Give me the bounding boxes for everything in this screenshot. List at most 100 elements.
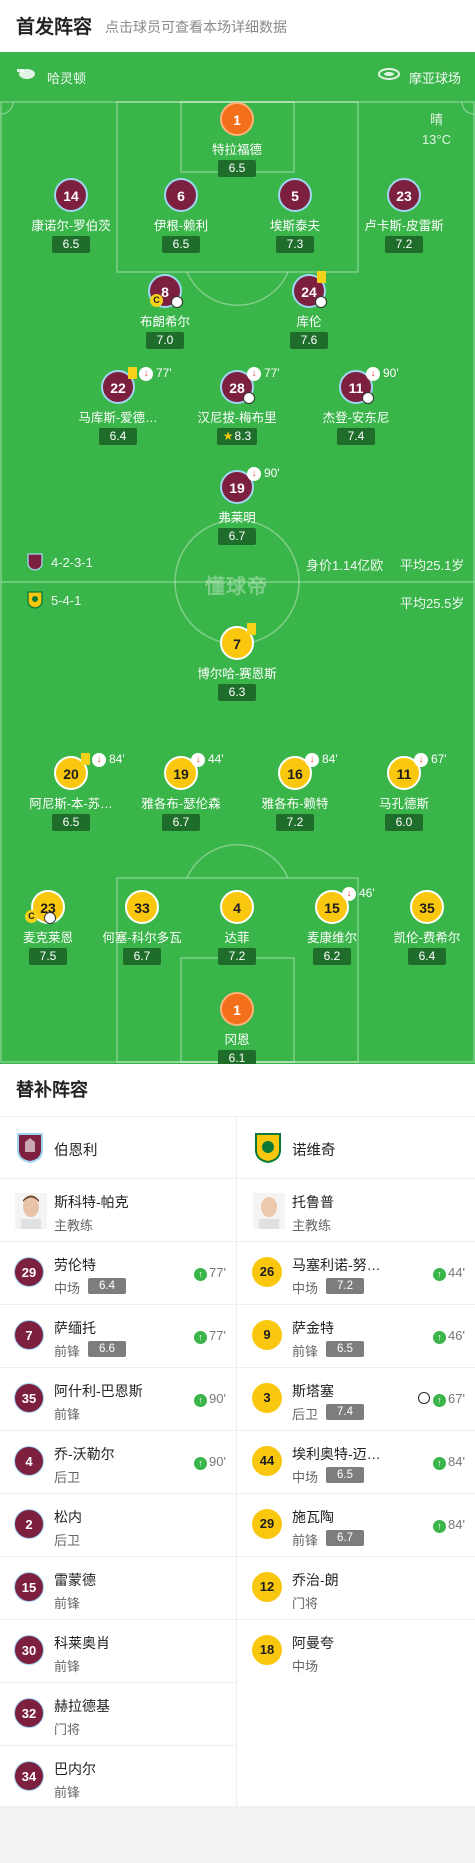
home-player[interactable]: 11 ↓ 90' 杰登-安东尼 7.4 (296, 366, 416, 445)
away-player[interactable]: 20 ↓ 84' 阿尼斯-本-苏… 6.5 (11, 752, 131, 831)
player-number: 12 (252, 1572, 282, 1602)
away-coach[interactable]: 托鲁普 主教练 (238, 1178, 475, 1241)
away-player[interactable]: 7 博尔哈-赛恩斯 6.3 (177, 623, 297, 701)
home-substitutes: 伯恩利 斯科特-帕克 主教练 29 劳伦特 中场 6.4 ↑ 77' 7 萨缅托 … (0, 1116, 237, 1806)
sub-player[interactable]: 35 阿什利-巴恩斯 前锋 ↑ 90' (0, 1367, 236, 1430)
player-name: 博尔哈-赛恩斯 (197, 667, 277, 681)
sub-player[interactable]: 30 科莱奥肖 前锋 (0, 1619, 236, 1682)
star-icon: ★ (222, 429, 234, 443)
sub-player[interactable]: 12 乔治-朗 门将 (238, 1556, 475, 1619)
sub-player[interactable]: 26 马塞利诺-努… 中场 7.2 ↑ 44' (238, 1241, 475, 1304)
sub-minute: 67' (431, 752, 447, 766)
section-title: 首发阵容 (16, 17, 93, 38)
player-number: 29 (14, 1257, 44, 1287)
home-player[interactable]: 14 康诺尔-罗伯茨 6.5 (11, 178, 131, 253)
home-team-header[interactable]: 伯恩利 (0, 1116, 236, 1178)
home-player[interactable]: 6 伊根-赖利 6.5 (121, 178, 241, 253)
sub-in-time: ↑ 46' (433, 1328, 465, 1344)
yellow-card-icon (317, 271, 326, 283)
player-number: 32 (14, 1698, 44, 1728)
sub-in-time: ↑ 84' (433, 1454, 465, 1470)
sub-in-icon: ↑ (433, 1394, 447, 1407)
substitutes-title: 替补阵容 (16, 1080, 88, 1100)
home-player[interactable]: 1 特拉福德 6.5 (177, 102, 297, 177)
sub-player[interactable]: 2 松内 后卫 (0, 1493, 236, 1556)
coach-name: 斯科特-帕克 (54, 1194, 129, 1210)
player-number: 6 (164, 178, 198, 212)
sub-player[interactable]: 15 雷蒙德 前锋 (0, 1556, 236, 1619)
away-team-header[interactable]: 诺维奇 (238, 1116, 475, 1178)
sub-player[interactable]: 9 萨金特 前锋 6.5 ↑ 46' (238, 1304, 475, 1367)
sub-player[interactable]: 32 赫拉德基 门将 (0, 1682, 236, 1745)
away-player[interactable]: 16 ↓ 84' 雅各布-赖特 7.2 (235, 752, 355, 831)
player-name: 冈恩 (224, 1033, 250, 1047)
player-position: 前锋 (54, 1659, 81, 1674)
player-rating: 7.2 (385, 236, 423, 253)
player-position: 前锋 (54, 1785, 81, 1800)
home-coach[interactable]: 斯科特-帕克 主教练 (0, 1178, 236, 1241)
sub-player[interactable]: 7 萨缅托 前锋 6.6 ↑ 77' (0, 1304, 236, 1367)
player-rating: 6.7 (218, 528, 256, 545)
home-team-name: 伯恩利 (54, 1143, 98, 1159)
sub-player[interactable]: 34 巴内尔 前锋 (0, 1745, 236, 1808)
sub-off-icon: ↓ (92, 753, 106, 767)
home-player[interactable]: 28 ↓ 77' 汉尼拔-梅布里 ★8.3 (177, 366, 297, 445)
player-rating: 6.7 (326, 1530, 364, 1546)
home-player[interactable]: 5 埃斯泰夫 7.3 (235, 178, 355, 253)
section-subtitle: 点击球员可查看本场详细数据 (105, 19, 287, 35)
player-number: 1 (220, 992, 254, 1026)
sub-player[interactable]: 4 乔-沃勒尔 后卫 ↑ 90' (0, 1430, 236, 1493)
sub-in-time: ↑ 44' (433, 1265, 465, 1281)
player-name: 埃斯泰夫 (269, 219, 320, 233)
yellow-card-icon (247, 623, 256, 635)
player-position: 前锋 (54, 1596, 81, 1611)
coach-name: 托鲁普 (292, 1194, 334, 1210)
home-player[interactable]: 22 ↓ 77' 马库斯-爱德… 6.4 (58, 366, 178, 445)
player-rating: 6.5 (326, 1341, 364, 1357)
player-name: 斯塔塞 (292, 1383, 334, 1399)
player-number: 26 (252, 1257, 282, 1287)
sub-off-icon: ↓ (342, 887, 356, 901)
player-number: 18 (252, 1635, 282, 1665)
home-player[interactable]: 24 库伦 7.6 (249, 271, 369, 349)
sub-in-icon: ↑ (433, 1331, 447, 1344)
away-player[interactable]: 35 凯伦-费希尔 6.4 (367, 890, 475, 965)
sub-player[interactable]: 29 施瓦陶 前锋 6.7 ↑ 84' (238, 1493, 475, 1556)
player-number: 5 (278, 178, 312, 212)
player-name: 劳伦特 (54, 1257, 96, 1273)
player-position: 中场 (292, 1659, 319, 1674)
sub-player[interactable]: 18 阿曼夸 中场 (238, 1619, 475, 1682)
sub-player[interactable]: 3 斯塔塞 后卫 7.4 ↑ 67' (238, 1367, 475, 1430)
player-name: 布朗希尔 (139, 315, 190, 329)
sub-minute: 46' (448, 1328, 465, 1343)
player-rating: 6.5 (218, 160, 256, 177)
sub-player[interactable]: 29 劳伦特 中场 6.4 ↑ 77' (0, 1241, 236, 1304)
player-number: 35 (410, 890, 444, 924)
home-player[interactable]: 8 C 布朗希尔 7.0 (105, 274, 225, 349)
player-number: 1 (220, 102, 254, 136)
assist-ball-icon (171, 296, 183, 308)
player-name: 凯伦-费希尔 (393, 931, 461, 945)
player-rating: 6.4 (408, 948, 446, 965)
coach-role: 主教练 (54, 1218, 94, 1233)
pitch: 哈灵顿 摩亚球场 晴 13°C 4-2-3-1 身价1.14亿欧 平均25.1岁… (0, 52, 475, 1064)
player-name: 杰登-安东尼 (322, 411, 390, 425)
player-position: 中场 (292, 1470, 319, 1485)
away-player[interactable]: 11 ↓ 67' 马孔德斯 6.0 (344, 752, 464, 831)
player-name: 卢卡斯-皮雷斯 (364, 219, 444, 233)
player-rating: 7.3 (276, 236, 314, 253)
player-rating: 6.0 (385, 814, 423, 831)
player-number: 29 (252, 1509, 282, 1539)
sub-player[interactable]: 44 埃利奥特-迈… 中场 6.5 ↑ 84' (238, 1430, 475, 1493)
home-player[interactable]: 19 ↓ 90' 弗莱明 6.7 (177, 466, 297, 545)
player-number: 3 (252, 1383, 282, 1413)
player-rating: 6.4 (88, 1278, 126, 1294)
norwich-crest-icon (27, 591, 43, 609)
player-rating: 7.2 (276, 814, 314, 831)
player-position: 前锋 (292, 1344, 319, 1359)
home-player[interactable]: 23 卢卡斯-皮雷斯 7.2 (344, 178, 464, 253)
sub-minute: 77' (209, 1265, 226, 1280)
away-player[interactable]: 19 ↓ 44' 雅各布-瑟伦森 6.7 (121, 752, 241, 831)
player-rating: 6.5 (52, 236, 90, 253)
away-player[interactable]: 1 冈恩 6.1 (177, 992, 297, 1064)
